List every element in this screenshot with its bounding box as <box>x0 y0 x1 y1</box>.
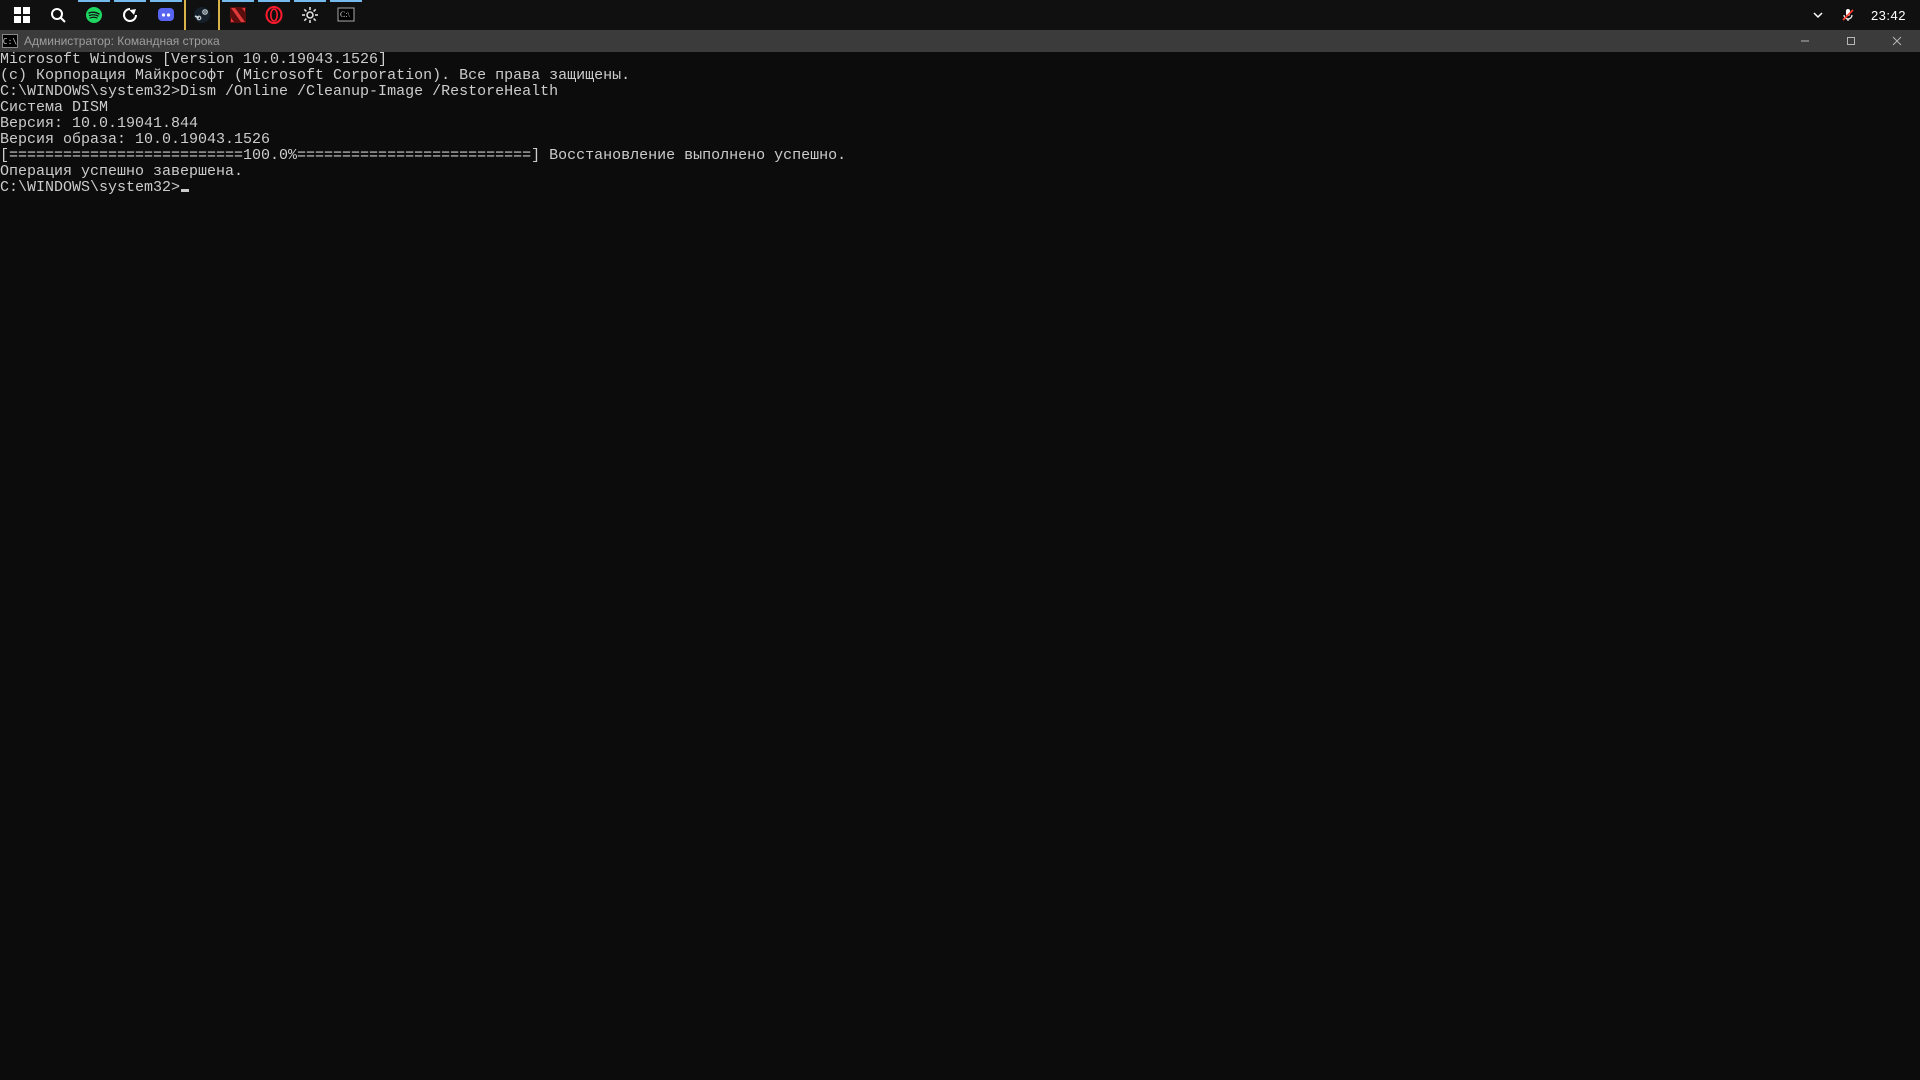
sync-icon <box>121 6 139 24</box>
chevron-down-icon <box>1811 8 1825 22</box>
window-titlebar[interactable]: C:\ Администратор: Командная строка <box>0 30 1920 52</box>
console-line: Операция успешно завершена. <box>0 164 1920 180</box>
console-line: Версия: 10.0.19041.844 <box>0 116 1920 132</box>
tray-chevron[interactable] <box>1807 0 1829 30</box>
opera-icon <box>265 6 283 24</box>
taskbar-app-dota[interactable] <box>220 0 256 30</box>
system-tray: 23:42 <box>1807 0 1916 30</box>
svg-text:C:\: C:\ <box>340 10 351 19</box>
window-controls <box>1782 30 1920 52</box>
close-icon <box>1892 36 1902 46</box>
taskbar-app-settings[interactable] <box>292 0 328 30</box>
console-line: (c) Корпорация Майкрософт (Microsoft Cor… <box>0 68 1920 84</box>
windows-icon <box>13 6 31 24</box>
console-line: C:\WINDOWS\system32>Dism /Online /Cleanu… <box>0 84 1920 100</box>
start-button[interactable] <box>4 0 40 30</box>
maximize-button[interactable] <box>1828 30 1874 52</box>
steam-icon <box>193 6 211 24</box>
taskbar-app-steam[interactable] <box>184 0 220 30</box>
titlebar-left: C:\ Администратор: Командная строка <box>2 34 220 48</box>
maximize-icon <box>1846 36 1856 46</box>
taskbar-app-spotify[interactable] <box>76 0 112 30</box>
discord-icon <box>157 6 175 24</box>
taskbar: C:\ 23:42 <box>0 0 1920 30</box>
taskbar-app-discord[interactable] <box>148 0 184 30</box>
taskbar-left: C:\ <box>4 0 364 30</box>
console-output[interactable]: Microsoft Windows [Version 10.0.19043.15… <box>0 52 1920 1080</box>
console-line: [==========================100.0%=======… <box>0 148 1920 164</box>
gear-icon <box>301 6 319 24</box>
mic-muted-icon <box>1841 8 1855 22</box>
cmd-icon: C:\ <box>337 6 355 24</box>
minimize-icon <box>1800 36 1810 46</box>
window-title: Администратор: Командная строка <box>24 34 220 48</box>
taskbar-app-opera[interactable] <box>256 0 292 30</box>
tray-microphone[interactable] <box>1837 0 1859 30</box>
console-line: Версия образа: 10.0.19043.1526 <box>0 132 1920 148</box>
clock-text: 23:42 <box>1871 8 1906 23</box>
tray-clock[interactable]: 23:42 <box>1867 0 1910 30</box>
taskbar-app-cmd[interactable]: C:\ <box>328 0 364 30</box>
console-line: Microsoft Windows [Version 10.0.19043.15… <box>0 52 1920 68</box>
console-line: Cистема DISM <box>0 100 1920 116</box>
search-icon <box>49 6 67 24</box>
minimize-button[interactable] <box>1782 30 1828 52</box>
spotify-icon <box>85 6 103 24</box>
cmd-window-icon: C:\ <box>2 34 18 48</box>
dota-icon <box>229 6 247 24</box>
console-prompt[interactable]: C:\WINDOWS\system32> <box>0 180 1920 196</box>
close-button[interactable] <box>1874 30 1920 52</box>
taskbar-app-sync[interactable] <box>112 0 148 30</box>
search-button[interactable] <box>40 0 76 30</box>
cursor <box>181 189 189 192</box>
